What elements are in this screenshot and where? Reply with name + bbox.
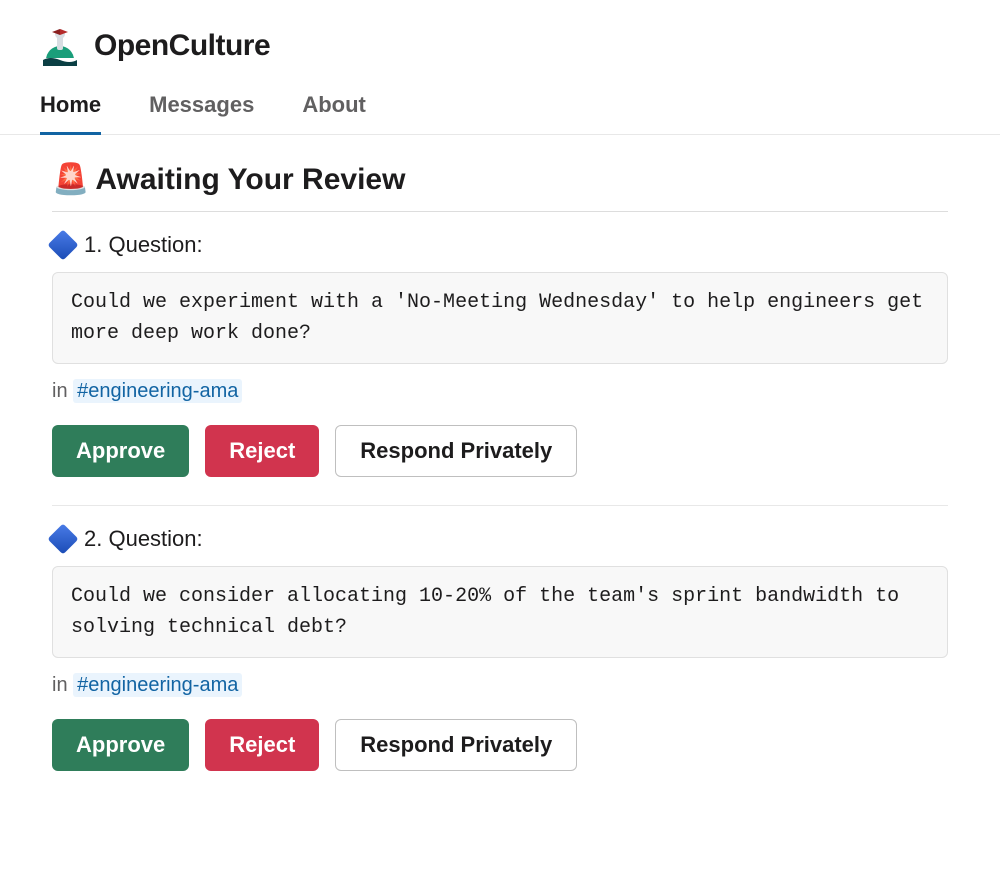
channel-line: in #engineering-ama — [52, 674, 948, 697]
item-label-suffix: . Question: — [96, 232, 202, 257]
item-label-suffix: . Question: — [96, 526, 202, 551]
tab-about[interactable]: About — [302, 92, 366, 134]
reject-button[interactable]: Reject — [205, 425, 319, 477]
action-row: Approve Reject Respond Privately — [52, 425, 948, 477]
item-header: 1. Question: — [52, 232, 948, 258]
action-row: Approve Reject Respond Privately — [52, 719, 948, 771]
channel-line: in #engineering-ama — [52, 380, 948, 403]
item-header: 2. Question: — [52, 526, 948, 552]
item-label: 1. Question: — [84, 232, 203, 258]
approve-button[interactable]: Approve — [52, 719, 189, 771]
item-label: 2. Question: — [84, 526, 203, 552]
item-index: 1 — [84, 232, 96, 257]
tab-home[interactable]: Home — [40, 92, 101, 134]
app-logo-icon — [40, 26, 80, 66]
channel-link[interactable]: #engineering-ama — [73, 379, 242, 403]
respond-privately-button[interactable]: Respond Privately — [335, 719, 577, 771]
respond-privately-button[interactable]: Respond Privately — [335, 425, 577, 477]
channel-link[interactable]: #engineering-ama — [73, 673, 242, 697]
review-item: 1. Question: Could we experiment with a … — [52, 212, 948, 505]
app-title: OpenCulture — [94, 29, 270, 63]
channel-in-label: in — [52, 380, 68, 402]
tab-bar: Home Messages About — [0, 76, 1000, 135]
section-header: 🚨 Awaiting Your Review — [52, 163, 948, 212]
tab-messages[interactable]: Messages — [149, 92, 254, 134]
app-header: OpenCulture — [0, 0, 1000, 76]
approve-button[interactable]: Approve — [52, 425, 189, 477]
item-index: 2 — [84, 526, 96, 551]
diamond-icon — [47, 229, 78, 260]
siren-icon: 🚨 — [52, 165, 89, 195]
question-body: Could we consider allocating 10-20% of t… — [52, 566, 948, 658]
reject-button[interactable]: Reject — [205, 719, 319, 771]
review-item: 2. Question: Could we consider allocatin… — [52, 505, 948, 799]
content-area: 🚨 Awaiting Your Review 1. Question: Coul… — [0, 135, 1000, 839]
diamond-icon — [47, 523, 78, 554]
question-body: Could we experiment with a 'No-Meeting W… — [52, 272, 948, 364]
section-title: Awaiting Your Review — [95, 163, 405, 197]
channel-in-label: in — [52, 674, 68, 696]
